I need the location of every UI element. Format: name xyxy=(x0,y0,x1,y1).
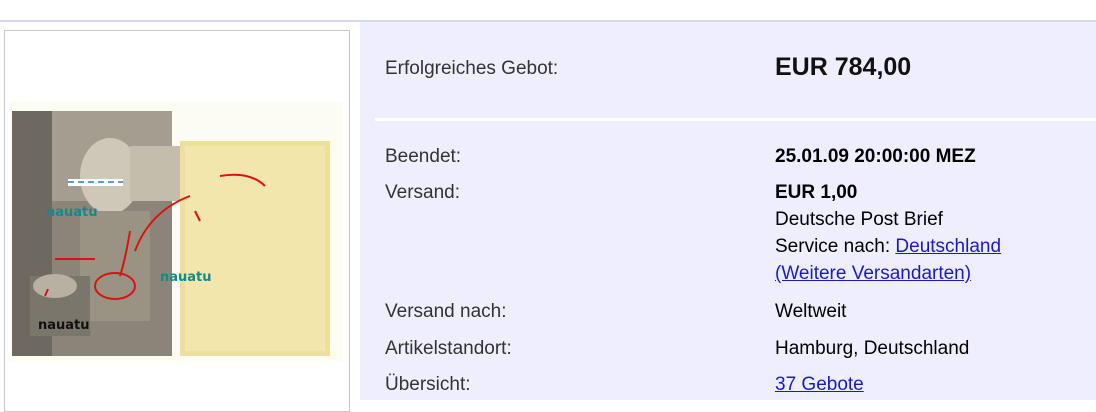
item-image-panel[interactable]: nauatu nauatu nauatu xyxy=(4,30,350,412)
service-to-line: Service nach: Deutschland xyxy=(775,236,1001,258)
watermark-text: nauatu xyxy=(46,205,98,220)
service-to-prefix: Service nach: xyxy=(775,236,891,257)
ships-to-label: Versand nach: xyxy=(385,301,507,322)
item-photo-graphic: nauatu nauatu nauatu xyxy=(12,111,330,356)
ended-value: 25.01.09 20:00:00 MEZ xyxy=(775,146,976,167)
more-shipping-options-link[interactable]: (Weitere Versandarten) xyxy=(775,263,971,284)
overview-line: 37 Gebote xyxy=(775,374,864,396)
bid-history-link[interactable]: 37 Gebote xyxy=(775,374,864,395)
overview-label: Übersicht: xyxy=(385,374,471,395)
item-location-value: Hamburg, Deutschland xyxy=(775,338,970,359)
shipping-service: Deutsche Post Brief xyxy=(775,209,943,230)
listing-details-panel: Erfolgreiches Gebot: EUR 784,00 Beendet:… xyxy=(360,22,1096,400)
ended-label: Beendet: xyxy=(385,146,462,167)
more-shipping-line: (Weitere Versandarten) xyxy=(775,263,971,285)
item-location-label: Artikelstandort: xyxy=(385,338,512,359)
winning-bid-value: EUR 784,00 xyxy=(775,53,912,81)
shipping-label: Versand: xyxy=(385,182,460,203)
watermark-text: nauatu xyxy=(160,270,212,285)
section-divider xyxy=(375,118,1096,121)
watermark-text: nauatu xyxy=(38,318,90,333)
item-photo[interactable]: nauatu nauatu nauatu xyxy=(10,101,343,361)
winning-bid-label: Erfolgreiches Gebot: xyxy=(385,58,559,79)
shipping-price: EUR 1,00 xyxy=(775,182,858,203)
ships-to-value: Weltweit xyxy=(775,301,847,322)
service-country-link[interactable]: Deutschland xyxy=(895,236,1001,257)
